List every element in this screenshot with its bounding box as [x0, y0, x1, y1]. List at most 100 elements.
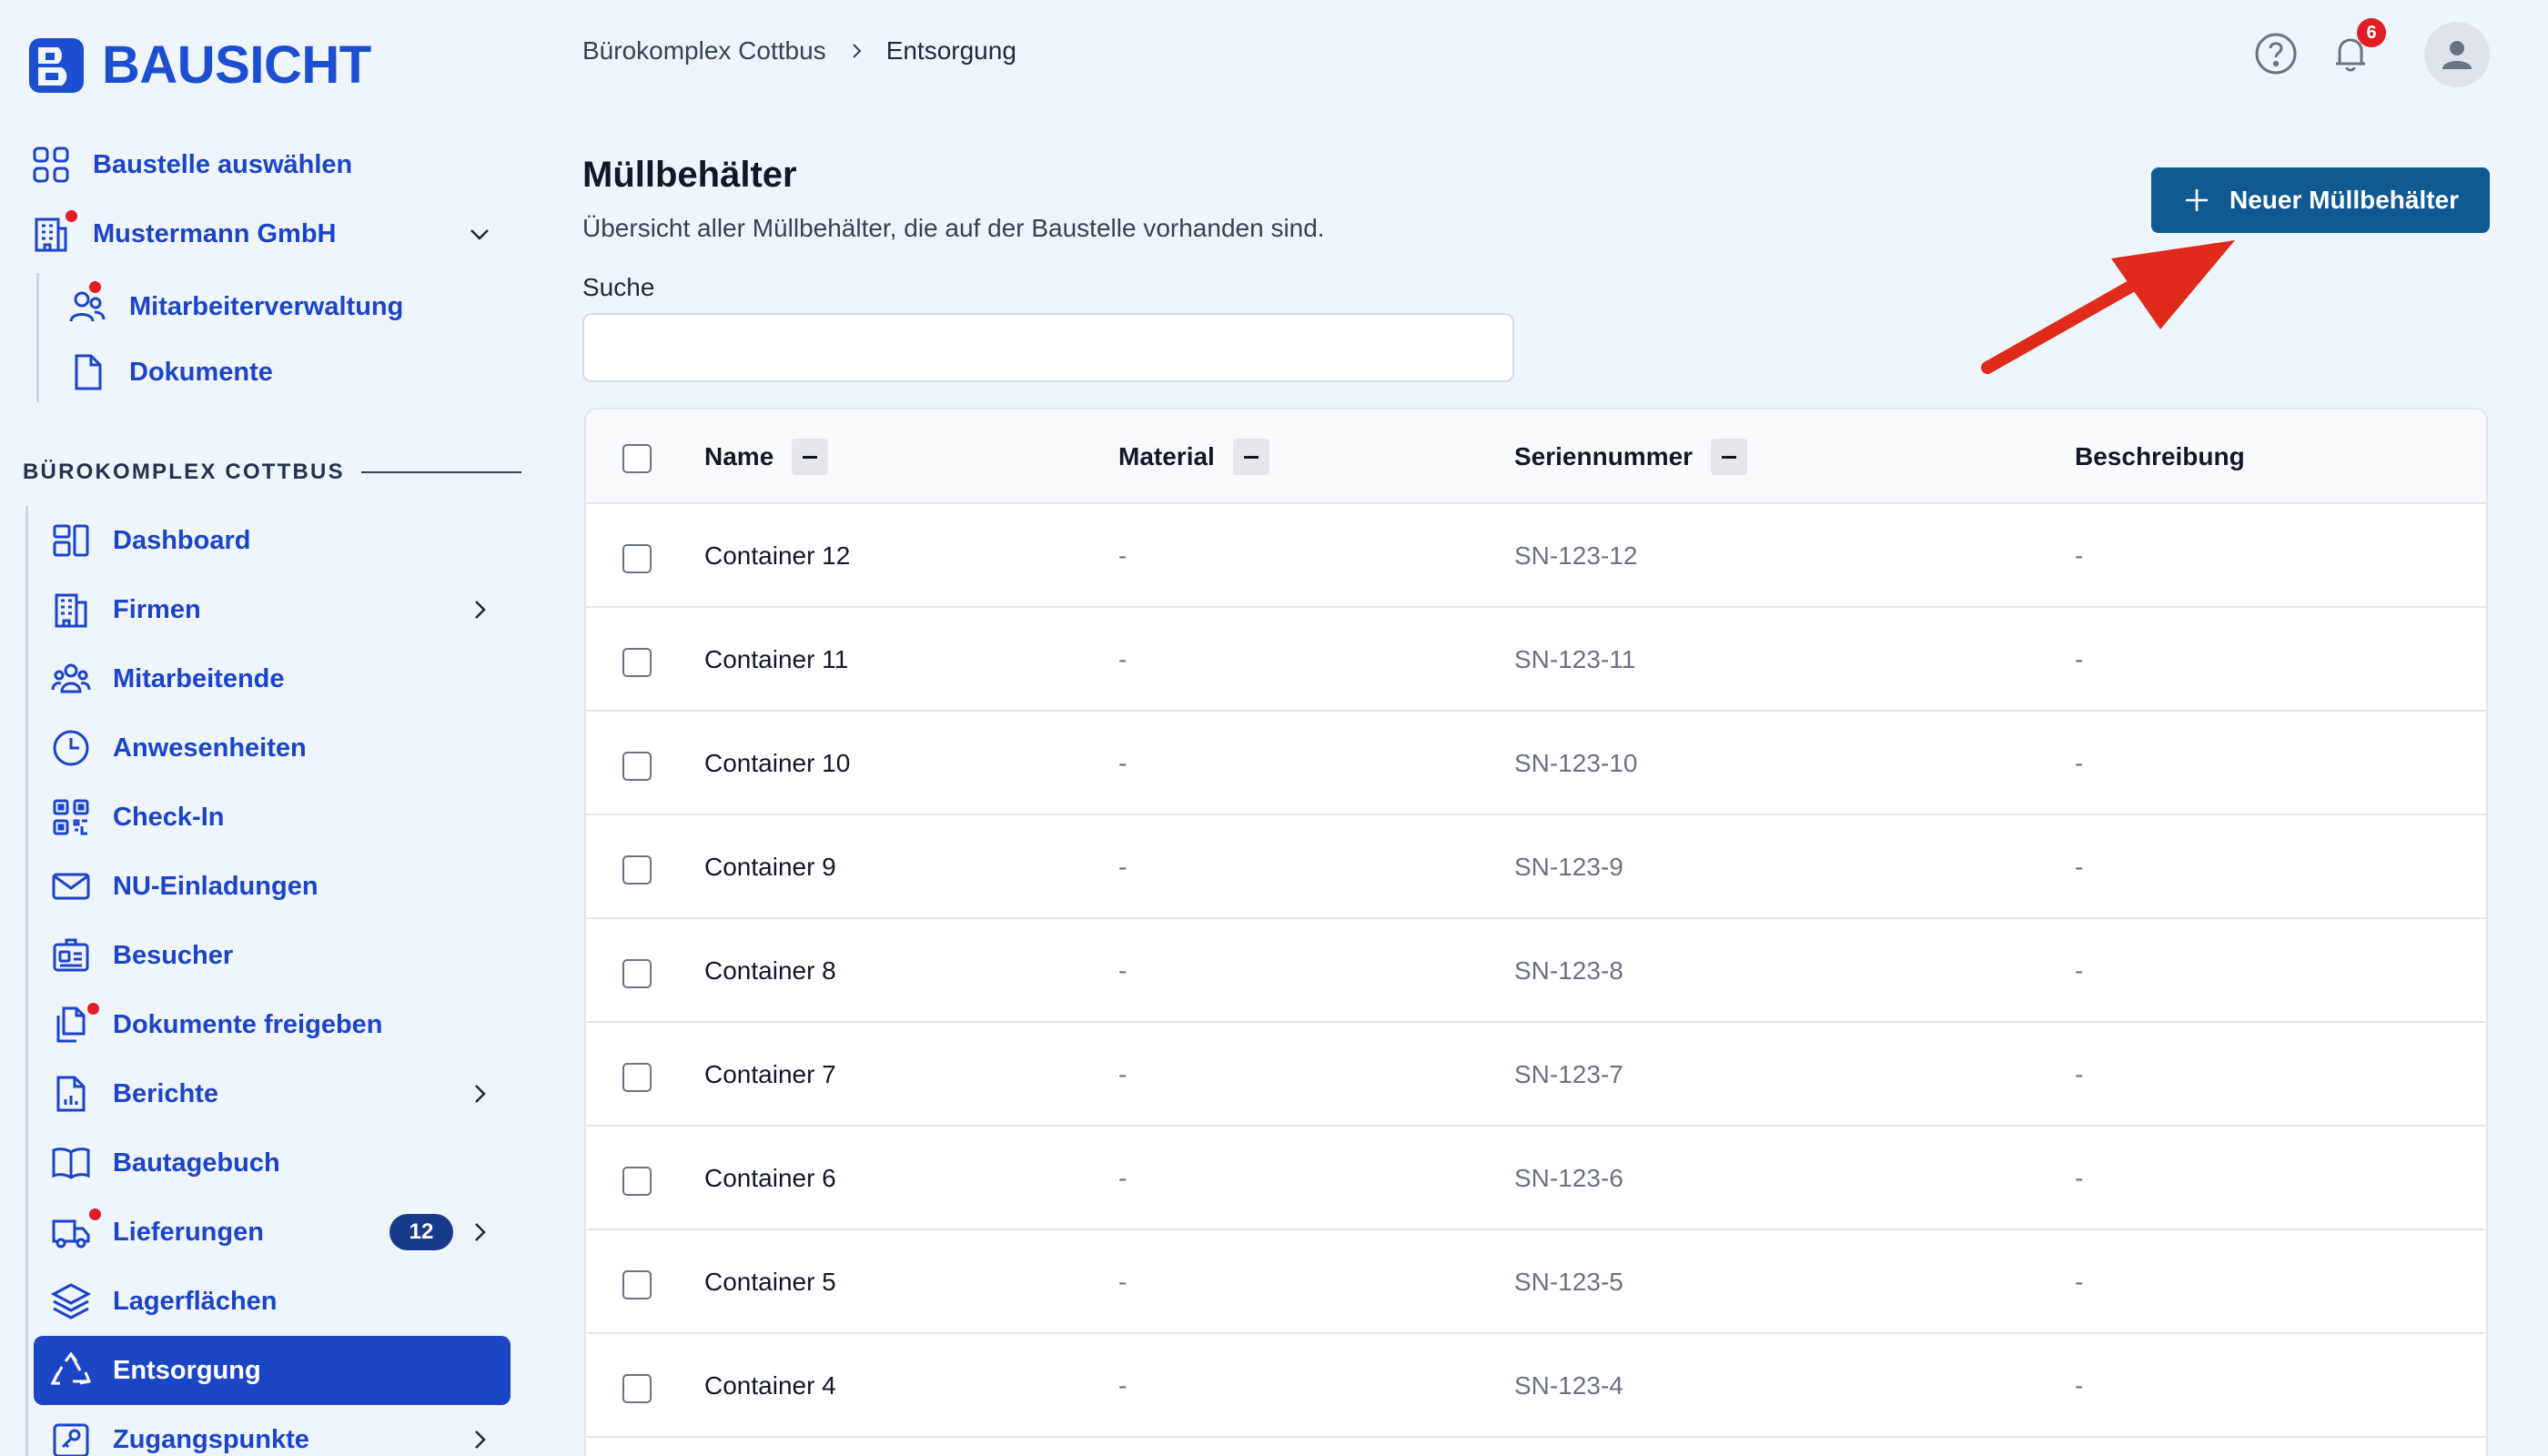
sort-toggle-icon[interactable]: [792, 439, 829, 475]
sidebar-item-entsorgung[interactable]: Entsorgung: [51, 1342, 261, 1399]
cell-description: -: [2075, 853, 2084, 881]
building-icon: [31, 208, 79, 254]
sort-toggle-icon[interactable]: [1232, 439, 1269, 475]
cell-description: -: [2075, 1060, 2084, 1088]
search-label: Suche: [582, 273, 655, 301]
page-subtitle: Übersicht aller Müllbehälter, die auf de…: [582, 214, 1325, 242]
sidebar-item-dokumente-freigeben[interactable]: Dokumente freigeben: [51, 996, 383, 1053]
documents-icon: [51, 1001, 101, 1045]
sidebar-item-mustermann-gmbh[interactable]: Mustermann GmbH: [31, 206, 336, 262]
table-row[interactable]: Container 10 - SN-123-10 -: [586, 712, 2486, 815]
select-all-checkbox[interactable]: [622, 444, 652, 473]
envelope-icon: [51, 866, 91, 906]
users-icon: [67, 279, 107, 327]
cell-material: -: [1118, 1371, 1127, 1400]
chevron-right-icon: [846, 41, 866, 61]
row-checkbox[interactable]: [622, 544, 652, 573]
new-waste-container-button[interactable]: Neuer Müllbehälter: [2151, 167, 2490, 233]
cell-serial: SN-123-8: [1514, 956, 1623, 985]
sidebar-item-firmen[interactable]: Firmen: [51, 581, 201, 638]
user-group-icon: [51, 659, 91, 699]
sidebar-item-label: Lagerflächen: [113, 1286, 278, 1316]
search-input[interactable]: [582, 313, 1514, 382]
cell-name: Container 10: [704, 749, 851, 777]
table-row[interactable]: Container 12 - SN-123-12 -: [586, 504, 2486, 608]
brand-logo[interactable]: BAUSICHT: [27, 35, 371, 96]
sidebar-item-besucher[interactable]: Besucher: [51, 927, 233, 984]
chevron-right-icon[interactable]: [466, 1218, 493, 1246]
alert-dot: [87, 1207, 103, 1222]
sidebar-item-label: Check-In: [113, 802, 225, 832]
column-title: Beschreibung: [2075, 442, 2245, 470]
cell-material: -: [1118, 1268, 1127, 1296]
sidebar-item-zugangspunkte[interactable]: Zugangspunkte: [51, 1411, 309, 1456]
column-header-material[interactable]: Material: [1118, 410, 1269, 504]
table-row[interactable]: Container 11 - SN-123-11 -: [586, 608, 2486, 712]
table-row[interactable]: Container 6 - SN-123-6 -: [586, 1127, 2486, 1230]
sidebar-item-mitarbeiterverwaltung[interactable]: Mitarbeiterverwaltung: [67, 278, 403, 335]
cell-name: Container 5: [704, 1268, 836, 1296]
cell-description: -: [2075, 1268, 2084, 1296]
row-checkbox[interactable]: [622, 959, 652, 988]
sidebar-item-dashboard[interactable]: Dashboard: [51, 512, 250, 569]
cell-serial: SN-123-9: [1514, 853, 1623, 881]
sidebar-item-nu-einladungen[interactable]: NU-Einladungen: [51, 858, 318, 915]
cell-description: -: [2075, 749, 2084, 777]
sidebar-item-bautagebuch[interactable]: Bautagebuch: [51, 1135, 280, 1191]
row-checkbox[interactable]: [622, 1167, 652, 1196]
cell-material: -: [1118, 853, 1127, 881]
row-checkbox[interactable]: [622, 1270, 652, 1299]
table-row[interactable]: Container 8 - SN-123-8 -: [586, 919, 2486, 1023]
sidebar-item-label: Lieferungen: [113, 1217, 264, 1247]
chevron-right-icon[interactable]: [466, 596, 493, 623]
sidebar-item-mitarbeitende[interactable]: Mitarbeitende: [51, 651, 285, 707]
sidebar-item-label: Mustermann GmbH: [93, 218, 337, 248]
avatar[interactable]: [2424, 22, 2490, 87]
office-building-icon: [51, 590, 91, 630]
sidebar-item-baustelle-auswaehlen[interactable]: Baustelle auswählen: [31, 136, 352, 193]
breadcrumb-link[interactable]: Bürokomplex Cottbus: [582, 36, 826, 66]
table-row[interactable]: Container 7 - SN-123-7 -: [586, 1023, 2486, 1127]
table-row[interactable]: Container 4 - SN-123-4 -: [586, 1334, 2486, 1438]
sidebar-item-label: Besucher: [113, 940, 234, 970]
waste-containers-table: Name Material Seriennummer Beschreibung …: [584, 408, 2488, 1456]
cell-serial: SN-123-12: [1514, 541, 1638, 570]
table-row[interactable]: Container 9 - SN-123-9 -: [586, 815, 2486, 919]
column-header-name[interactable]: Name: [704, 410, 829, 504]
row-checkbox[interactable]: [622, 752, 652, 781]
sidebar-item-berichte[interactable]: Berichte: [51, 1066, 218, 1122]
sort-toggle-icon[interactable]: [1711, 439, 1748, 475]
sidebar-item-lieferungen[interactable]: Lieferungen: [51, 1204, 264, 1260]
chevron-down-icon[interactable]: [466, 220, 493, 248]
sidebar: BAUSICHT Baustelle auswählen Mustermann …: [0, 0, 528, 1456]
sidebar-item-dokumente[interactable]: Dokumente: [67, 344, 273, 400]
chevron-right-icon[interactable]: [466, 1080, 493, 1107]
qr-code-icon: [51, 797, 91, 837]
sidebar-item-label: Dokumente freigeben: [113, 1009, 383, 1039]
row-checkbox[interactable]: [622, 855, 652, 885]
chevron-right-icon[interactable]: [466, 1426, 493, 1453]
sidebar-item-lagerflaechen[interactable]: Lagerflächen: [51, 1273, 278, 1330]
dashboard-icon: [51, 521, 91, 561]
cell-material: -: [1118, 645, 1127, 673]
row-checkbox[interactable]: [622, 1374, 652, 1403]
sidebar-item-anwesenheiten[interactable]: Anwesenheiten: [51, 720, 307, 776]
sidebar-item-check-in[interactable]: Check-In: [51, 789, 224, 845]
bausicht-logo-icon: [29, 37, 84, 93]
row-checkbox[interactable]: [622, 648, 652, 677]
sidebar-item-label: NU-Einladungen: [113, 871, 318, 901]
clock-icon: [51, 728, 91, 768]
cell-name: Container 8: [704, 956, 836, 985]
button-label: Neuer Müllbehälter: [2229, 186, 2460, 214]
cell-description: -: [2075, 1371, 2084, 1400]
table-row[interactable]: Container 5 - SN-123-5 -: [586, 1230, 2486, 1334]
user-icon: [2442, 41, 2472, 69]
alert-dot: [86, 1001, 101, 1016]
sidebar-item-label: Dashboard: [113, 525, 251, 555]
tree-line: [25, 506, 28, 1456]
help-icon[interactable]: [2253, 31, 2299, 76]
column-title: Material: [1118, 442, 1215, 470]
brand-name: BAUSICHT: [102, 35, 371, 95]
row-checkbox[interactable]: [622, 1063, 652, 1092]
column-header-serial[interactable]: Seriennummer: [1514, 410, 1748, 504]
